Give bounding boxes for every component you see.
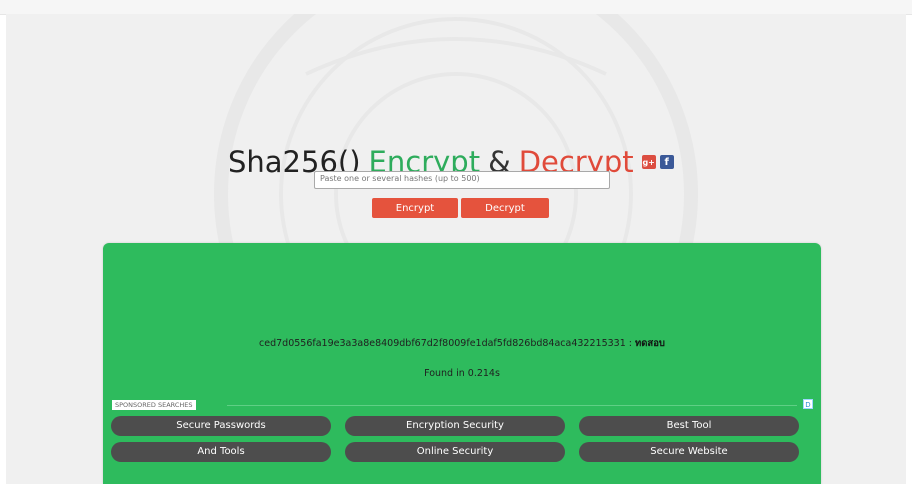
sponsored-link-encryption-security[interactable]: Encryption Security [345,416,565,436]
decrypt-button[interactable]: Decrypt [461,198,549,218]
social-share-icons: g+ f [641,155,674,169]
page-body: Sha256() Encrypt & Decrypt g+ f Encrypt … [6,14,906,484]
encrypt-button[interactable]: Encrypt [372,198,458,218]
result-separator: : [625,338,635,349]
result-panel: ced7d0556fa19e3a3a8e8409dbf67d2f8009fe1d… [103,243,821,484]
sponsored-link-online-security[interactable]: Online Security [345,442,565,462]
browser-top-strip [0,0,912,15]
sponsored-link-secure-website[interactable]: Secure Website [579,442,799,462]
ad-choices-icon[interactable]: D [803,399,813,409]
sponsored-searches-label: SPONSORED SEARCHES [112,400,196,410]
sponsored-divider [227,405,797,406]
hash-input[interactable] [314,171,610,189]
result-hash: ced7d0556fa19e3a3a8e8409dbf67d2f8009fe1d… [259,338,626,349]
result-hash-line: ced7d0556fa19e3a3a8e8409dbf67d2f8009fe1d… [103,336,821,351]
result-plaintext: ทดสอบ [635,338,665,349]
sponsored-link-best-tool[interactable]: Best Tool [579,416,799,436]
google-plus-icon[interactable]: g+ [641,155,656,169]
result-found-time: Found in 0.214s [424,368,500,379]
facebook-icon[interactable]: f [659,155,674,169]
sponsored-link-secure-passwords[interactable]: Secure Passwords [111,416,331,436]
sponsored-link-and-tools[interactable]: And Tools [111,442,331,462]
